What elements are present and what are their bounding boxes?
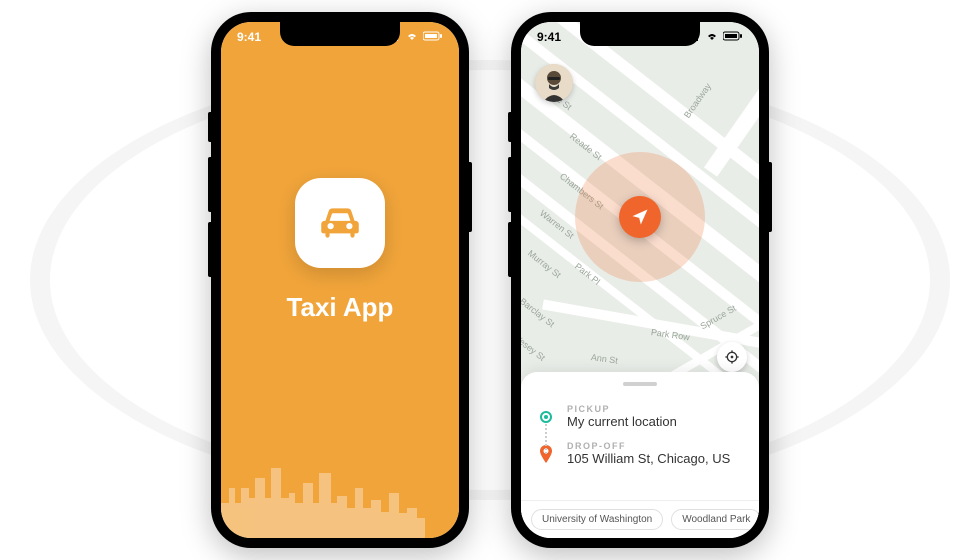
avatar-icon	[535, 64, 573, 102]
profile-avatar[interactable]	[535, 64, 573, 102]
dropoff-row[interactable]: DROP-OFF 105 William St, Chicago, US	[537, 435, 743, 472]
pickup-row[interactable]: PICKUP My current location	[537, 398, 743, 435]
current-location-pin[interactable]	[619, 196, 661, 238]
dropoff-value: 105 William St, Chicago, US	[567, 451, 730, 466]
phone-splash: 9:41 Taxi App	[211, 12, 469, 548]
pickup-label: PICKUP	[567, 404, 677, 414]
battery-icon	[723, 30, 743, 44]
street-label: Ann St	[590, 352, 618, 366]
route-connector	[545, 424, 547, 454]
phone-notch	[580, 22, 700, 46]
street-label: Vesey St	[521, 333, 547, 363]
suggestion-chip[interactable]: University of Washington	[531, 509, 663, 530]
suggestion-chips: University of Washington Woodland Park H…	[521, 500, 759, 530]
navigation-arrow-icon	[630, 207, 650, 227]
skyline-decoration	[221, 448, 459, 538]
status-time: 9:41	[537, 30, 561, 44]
sheet-grabber[interactable]	[623, 382, 657, 386]
battery-icon	[423, 30, 443, 44]
status-time: 9:41	[237, 30, 261, 44]
wifi-icon	[405, 30, 419, 44]
app-logo	[295, 178, 385, 268]
splash-screen: Taxi App	[221, 22, 459, 538]
phone-notch	[280, 22, 400, 46]
pickup-value: My current location	[567, 414, 677, 429]
app-name: Taxi App	[287, 292, 394, 323]
street-label: Broadway	[682, 81, 713, 120]
wifi-icon	[705, 30, 719, 44]
ride-sheet[interactable]: PICKUP My current location DROP-OFF 105 …	[521, 372, 759, 538]
dropoff-label: DROP-OFF	[567, 441, 730, 451]
suggestion-chip[interactable]: Woodland Park	[671, 509, 759, 530]
car-icon	[315, 198, 365, 248]
crosshair-icon	[724, 349, 740, 365]
pickup-dot-icon	[537, 410, 555, 424]
phone-map: 9:41 Duane St Reade	[511, 12, 769, 548]
recenter-button[interactable]	[717, 342, 747, 372]
